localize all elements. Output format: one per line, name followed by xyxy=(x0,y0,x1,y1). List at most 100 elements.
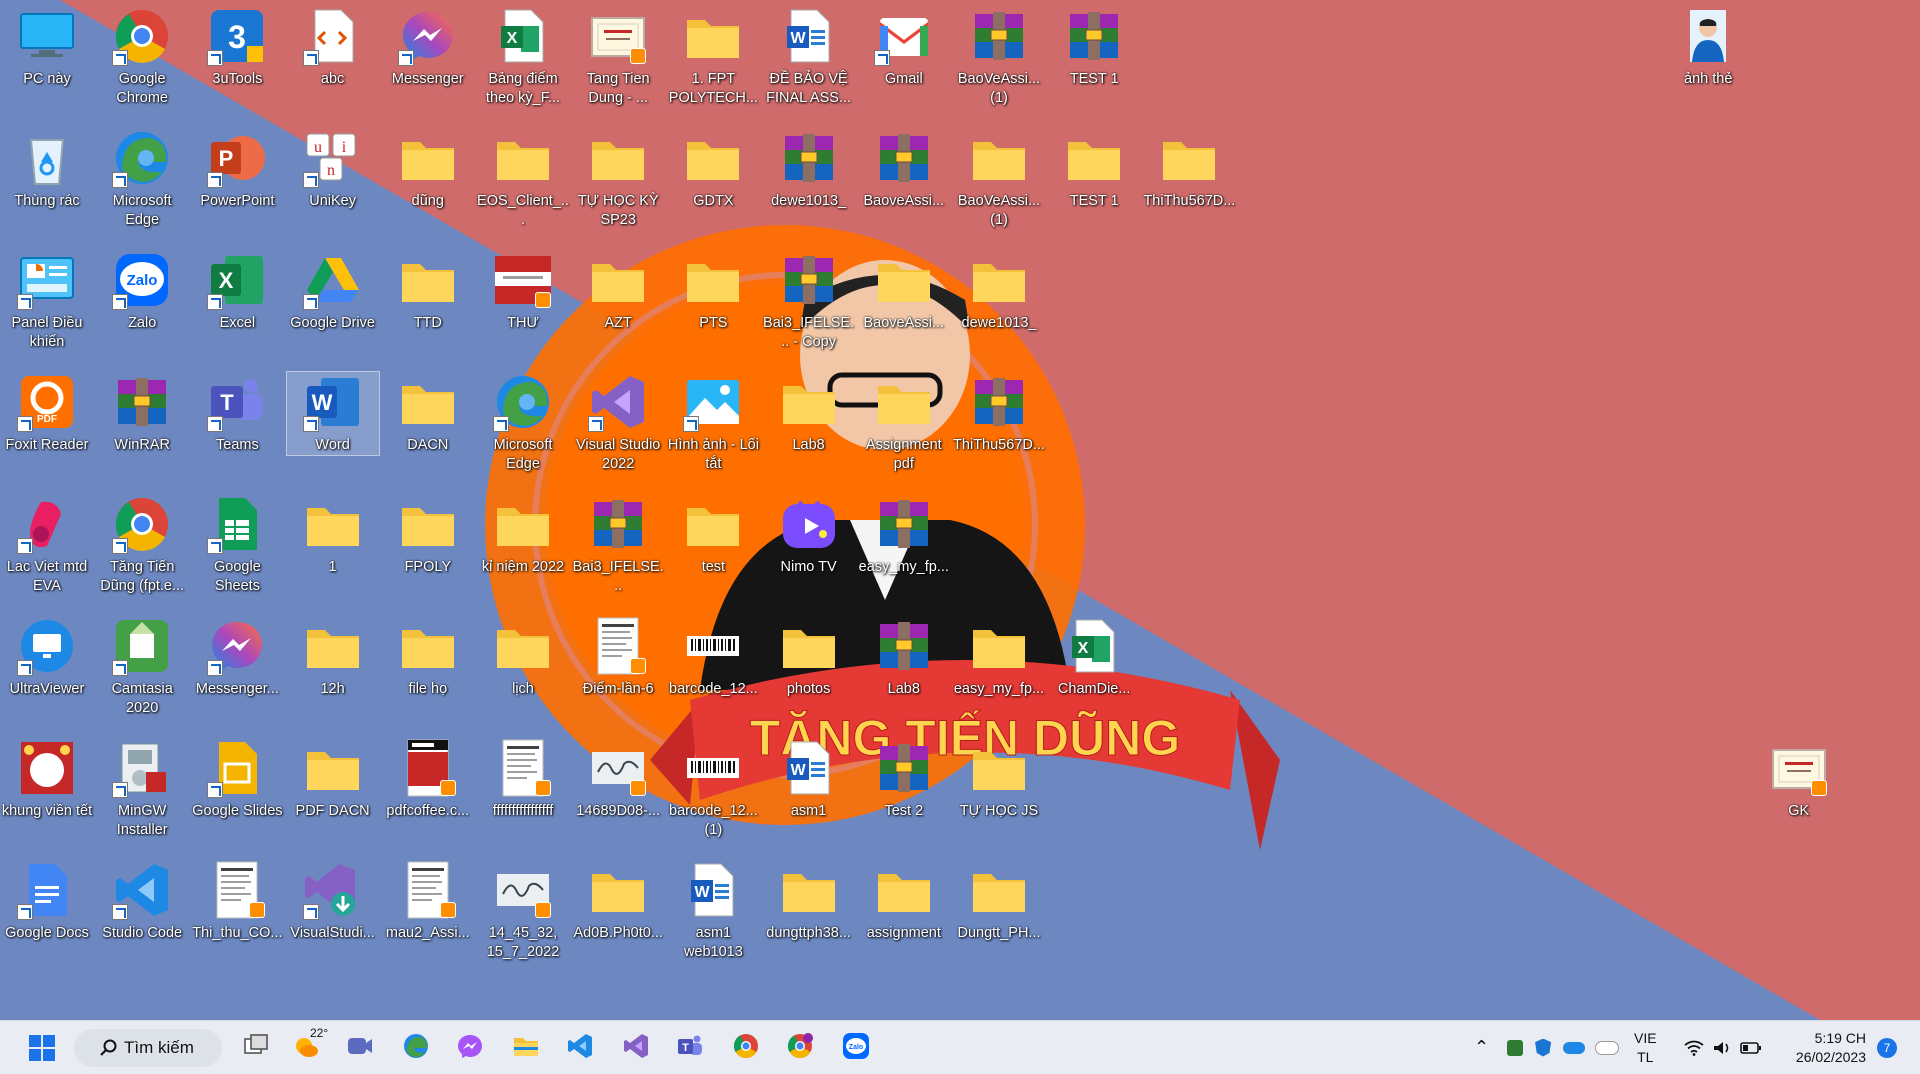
taskbar-zalo-button[interactable]: Zalo xyxy=(836,1028,876,1068)
desktop-icon-google-chrome[interactable]: Google Chrome xyxy=(96,6,188,108)
desktop-icon-microsoft-edge[interactable]: Microsoft Edge xyxy=(96,128,188,230)
desktop-icon-nh-th[interactable]: ảnh thẻ xyxy=(1662,6,1754,89)
search-box[interactable]: Tìm kiếm xyxy=(74,1029,222,1067)
desktop-icon-bai3-ifelse[interactable]: Bai3_IFELSE... xyxy=(572,494,664,596)
start-button[interactable] xyxy=(22,1028,62,1068)
desktop-icon-google-drive[interactable]: Google Drive xyxy=(287,250,379,333)
desktop-icon-visual-studio-2022[interactable]: Visual Studio 2022 xyxy=(572,372,664,474)
desktop-icon-pdf-dacn[interactable]: PDF DACN xyxy=(287,738,379,821)
desktop-icon-test-1[interactable]: TEST 1 xyxy=(1048,128,1140,211)
desktop-icon-ad0b-ph0t0[interactable]: Ad0B.Ph0t0... xyxy=(572,860,664,943)
desktop-icon-photos[interactable]: photos xyxy=(763,616,855,699)
desktop-icon-test-2[interactable]: Test 2 xyxy=(858,738,950,821)
desktop-icon-assignment-pdf[interactable]: Assignment pdf xyxy=(858,372,950,474)
desktop-icon-unikey[interactable]: u i n UniKey xyxy=(287,128,379,211)
desktop-icon-file-h[interactable]: file họ xyxy=(382,616,474,699)
taskbar-weather-button[interactable]: 22° xyxy=(286,1026,328,1068)
desktop-icon-14689d08[interactable]: 14689D08-... xyxy=(572,738,664,821)
desktop-icon-camtasia-2020[interactable]: Camtasia 2020 xyxy=(96,616,188,718)
taskbar-meet-button[interactable] xyxy=(340,1028,380,1068)
desktop-icon-google-slides[interactable]: Google Slides xyxy=(191,738,283,821)
desktop-icon-foxit-reader[interactable]: PDF Foxit Reader xyxy=(1,372,93,455)
desktop-icon-google-sheets[interactable]: Google Sheets xyxy=(191,494,283,596)
desktop-icon-winrar[interactable]: WinRAR xyxy=(96,372,188,455)
desktop-icon-k-ni-m-2022[interactable]: kỉ niệm 2022 xyxy=(477,494,569,577)
desktop-icon-google-docs[interactable]: Google Docs xyxy=(1,860,93,943)
desktop-icon-14-45-32-15-7-2022[interactable]: 14_45_32, 15_7_2022 xyxy=(477,860,569,962)
desktop-icon-zalo[interactable]: Zalo Zalo xyxy=(96,250,188,333)
desktop-icon-assignment[interactable]: assignment xyxy=(858,860,950,943)
taskbar-visual-studio-button[interactable] xyxy=(616,1028,656,1068)
taskbar-chrome-profile-button[interactable] xyxy=(780,1028,820,1068)
quick-settings[interactable] xyxy=(1684,1021,1762,1074)
desktop-icon-l-ch[interactable]: lịch xyxy=(477,616,569,699)
desktop-icon-easy-my-fp[interactable]: easy_my_fp... xyxy=(858,494,950,577)
desktop-icon-messenger[interactable]: Messenger xyxy=(382,6,474,89)
desktop-icon-baoveassi-1[interactable]: BaoVeAssi... (1) xyxy=(953,128,1045,230)
desktop-icon-b-ng-i-m-theo-k-f[interactable]: X Bảng điểm theo kỳ_F... xyxy=(477,6,569,108)
desktop-icon-nimo-tv[interactable]: Nimo TV xyxy=(763,494,855,577)
desktop-icon-lab8[interactable]: Lab8 xyxy=(763,372,855,455)
desktop-icon-word[interactable]: W Word xyxy=(285,371,380,456)
taskbar-file-explorer-button[interactable] xyxy=(506,1028,546,1068)
desktop-icon-baoveassi[interactable]: BaoveAssi... xyxy=(858,128,950,211)
desktop-icon-asm1-web1013[interactable]: Wasm1 web1013 xyxy=(667,860,759,962)
desktop-icon-pdfcoffee-c[interactable]: pdfcoffee.c... xyxy=(382,738,474,821)
desktop-icon-thi-thu-co[interactable]: Thi_thu_CO... xyxy=(191,860,283,943)
desktop-icon-test[interactable]: test xyxy=(667,494,759,577)
desktop-icon-messenger[interactable]: Messenger... xyxy=(191,616,283,699)
desktop-icon-teams[interactable]: T Teams xyxy=(191,372,283,455)
desktop-icon-t-h-c-js[interactable]: TỰ HỌC JS xyxy=(953,738,1045,821)
taskbar-teams-button[interactable]: T xyxy=(670,1028,710,1068)
taskbar-messenger-button[interactable] xyxy=(450,1028,490,1068)
desktop-icon-dewe1013[interactable]: dewe1013_ xyxy=(763,128,855,211)
desktop-icon-dungttph38[interactable]: dungttph38... xyxy=(763,860,855,943)
desktop-icon-lab8[interactable]: Lab8 xyxy=(858,616,950,699)
desktop-icon-asm1[interactable]: Wasm1 xyxy=(763,738,855,821)
cloud-icon[interactable] xyxy=(1595,1040,1620,1055)
taskbar-chrome-button[interactable] xyxy=(726,1028,766,1068)
desktop-icon-dacn[interactable]: DACN xyxy=(382,372,474,455)
chevron-up-icon[interactable]: ⌃ xyxy=(1474,1037,1489,1058)
desktop-icon-b-o-v-final-ass[interactable]: W ĐỀ BẢO VỆ FINAL ASS... xyxy=(763,6,855,108)
desktop-icon-microsoft-edge[interactable]: Microsoft Edge xyxy=(477,372,569,474)
language-indicator[interactable]: VIE TL xyxy=(1634,1029,1657,1067)
desktop-icon-th[interactable]: THƯ xyxy=(477,250,569,333)
desktop-icon-1[interactable]: 1 xyxy=(287,494,379,577)
taskbar-edge-button[interactable] xyxy=(396,1028,436,1068)
desktop-icon-mau2-assi[interactable]: mau2_Assi... xyxy=(382,860,474,943)
notification-badge[interactable]: 7 xyxy=(1877,1038,1897,1058)
desktop-icon-gk[interactable]: GK xyxy=(1753,738,1845,821)
desktop-icon-eos-client[interactable]: EOS_Client_... xyxy=(477,128,569,230)
desktop-icon-test-1[interactable]: TEST 1 xyxy=(1048,6,1140,89)
desktop-icon-mingw-installer[interactable]: MinGW Installer xyxy=(96,738,188,840)
desktop-icon-3utools[interactable]: 3 3uTools xyxy=(191,6,283,89)
desktop-icon-chamdie[interactable]: X ChamDie... xyxy=(1048,616,1140,699)
desktop-icon-barcode-12-1[interactable]: barcode_12... (1) xyxy=(667,738,759,840)
desktop-icon-12h[interactable]: 12h xyxy=(287,616,379,699)
desktop-icon-thithu567d[interactable]: ThiThu567D... xyxy=(1143,128,1235,211)
desktop-icon-khung-vi-n-t-t[interactable]: khung viền tết xyxy=(1,738,93,821)
desktop-icon-dungtt-ph[interactable]: Dungtt_PH... xyxy=(953,860,1045,943)
clock[interactable]: 5:19 CH 26/02/2023 xyxy=(1796,1029,1866,1067)
desktop-icon-studio-code[interactable]: Studio Code xyxy=(96,860,188,943)
desktop-icon-easy-my-fp[interactable]: easy_my_fp... xyxy=(953,616,1045,699)
desktop-icon-gdtx[interactable]: GDTX xyxy=(667,128,759,211)
desktop-icon-baoveassi-1[interactable]: BaoVeAssi... (1) xyxy=(953,6,1045,108)
desktop-icon-bai3-ifelse-copy[interactable]: Bai3_IFELSE... - Copy xyxy=(763,250,855,352)
onedrive-icon[interactable] xyxy=(1563,1041,1586,1054)
desktop[interactable]: TĂNG TIẾN DŨNG PC này Google Chrome 3 3uToo… xyxy=(0,0,1920,1020)
desktop-icon-gmail[interactable]: Gmail xyxy=(858,6,950,89)
desktop-icon-azt[interactable]: AZT xyxy=(572,250,664,333)
defender-icon[interactable] xyxy=(1535,1038,1552,1057)
desktop-icon-powerpoint[interactable]: P PowerPoint xyxy=(191,128,283,211)
taskbar-task-view-button[interactable] xyxy=(236,1028,276,1068)
taskbar-vscode-button[interactable] xyxy=(560,1028,600,1068)
desktop-icon-t-h-c-k-sp23[interactable]: TỰ HỌC KỲ SP23 xyxy=(572,128,664,230)
desktop-icon-ffffffffffffffff[interactable]: ffffffffffffffff xyxy=(477,738,569,821)
desktop-icon-excel[interactable]: X Excel xyxy=(191,250,283,333)
desktop-icon-th-ng-r-c[interactable]: Thùng rác xyxy=(1,128,93,211)
security-icon[interactable] xyxy=(1507,1039,1524,1056)
desktop-icon-ttd[interactable]: TTD xyxy=(382,250,474,333)
desktop-icon-i-m-l-n-6[interactable]: Điểm-lần-6 xyxy=(572,616,664,699)
